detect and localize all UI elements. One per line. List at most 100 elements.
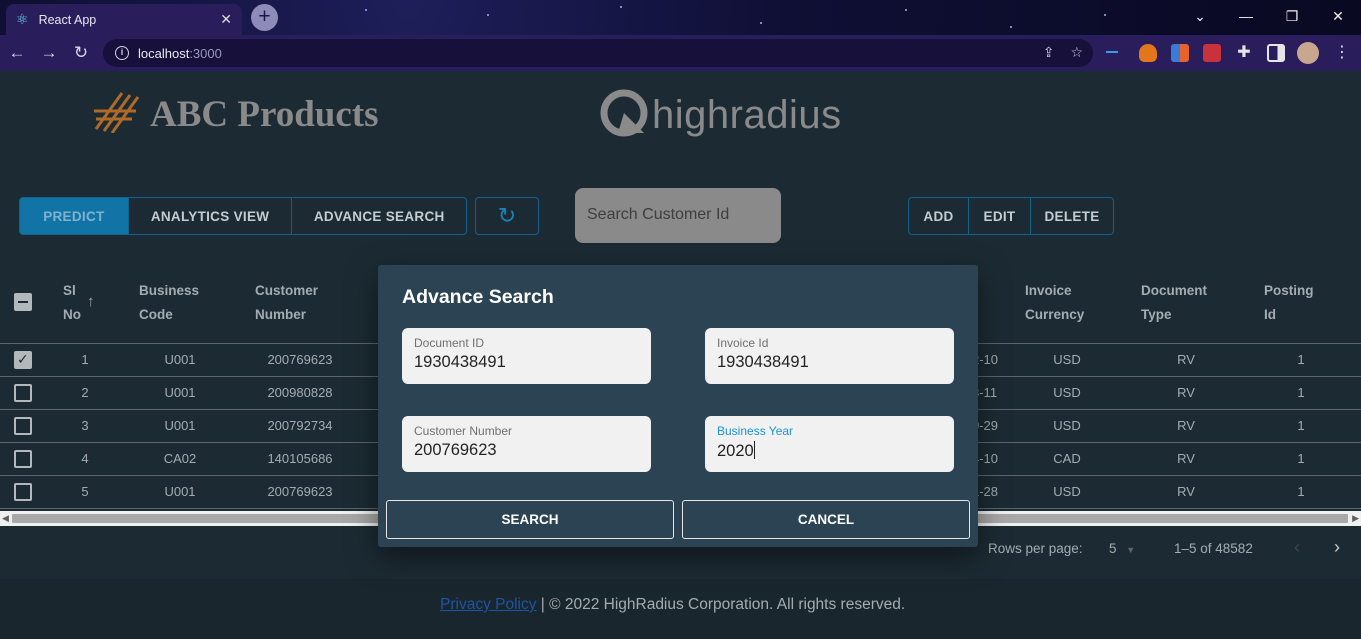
advance-search-button[interactable]: ADVANCE SEARCH <box>292 198 466 234</box>
header-line: Currency <box>1025 307 1085 322</box>
scroll-left-arrow-icon[interactable]: ◀ <box>2 513 9 524</box>
cell-business-code: U001 <box>164 352 196 367</box>
row-checkbox[interactable] <box>14 417 32 435</box>
restore-icon[interactable]: ❐ <box>1269 0 1315 32</box>
field-label: Business Year <box>717 424 794 438</box>
scroll-right-arrow-icon[interactable]: ▶ <box>1352 513 1359 524</box>
select-all-checkbox[interactable] <box>14 293 32 311</box>
row-checkbox[interactable] <box>14 483 32 501</box>
cell-posting-id: 1 <box>1297 451 1305 466</box>
customer-number-field[interactable]: Customer Number 200769623 <box>402 416 651 472</box>
column-header-invoice-currency[interactable]: Invoice Currency <box>1025 279 1084 327</box>
predict-button[interactable]: PREDICT <box>20 198 129 234</box>
browser-tab[interactable]: ⚛ React App ✕ <box>6 4 242 35</box>
document-id-field[interactable]: Document ID 1930438491 <box>402 328 651 384</box>
delete-button[interactable]: DELETE <box>1031 198 1113 234</box>
row-checkbox[interactable] <box>14 351 32 369</box>
cell-customer-number: 200769623 <box>267 484 333 499</box>
close-tab-icon[interactable]: ✕ <box>220 11 232 28</box>
back-icon[interactable]: ← <box>7 43 27 63</box>
field-value: 2020 <box>717 442 754 460</box>
footer: Privacy Policy | © 2022 HighRadius Corpo… <box>0 579 1361 639</box>
column-header-sl-no[interactable]: Sl No <box>63 279 81 327</box>
cell-sl-no: 1 <box>81 352 89 367</box>
cell-customer-number: 200980828 <box>267 385 333 400</box>
header-line: Business <box>139 283 200 298</box>
add-button[interactable]: ADD <box>909 198 969 234</box>
header-line: No <box>63 307 81 322</box>
puzzle-icon[interactable]: ✚ <box>1235 44 1253 62</box>
copyright-text: | © 2022 HighRadius Corporation. All rig… <box>536 596 906 613</box>
business-year-field[interactable]: Business Year 2020 <box>705 416 954 472</box>
crud-button-group: ADD EDIT DELETE <box>908 197 1114 235</box>
header-line: Code <box>139 307 173 322</box>
cell-sl-no: 2 <box>81 385 89 400</box>
metamask-icon[interactable] <box>1139 44 1157 62</box>
field-value-wrapper: 2020 <box>717 441 942 461</box>
reload-icon[interactable]: ↻ <box>71 43 91 63</box>
rows-per-page-value: 5 <box>1109 541 1117 556</box>
cell-document-type: RV <box>1177 352 1195 367</box>
advance-search-dialog: Advance Search Document ID 1930438491 In… <box>378 265 978 547</box>
brand-name: ABC Products <box>150 94 379 135</box>
highradius-logo-icon <box>600 89 648 137</box>
cell-business-code: CA02 <box>163 451 197 466</box>
cancel-button[interactable]: CANCEL <box>682 500 970 539</box>
cell-document-type: RV <box>1177 451 1195 466</box>
avatar[interactable] <box>1297 42 1319 64</box>
row-checkbox[interactable] <box>14 384 32 402</box>
browser-tab-strip: ⚛ React App ✕ + ⌄ — ❐ ✕ <box>0 0 1361 35</box>
field-label: Invoice Id <box>717 336 769 350</box>
row-checkbox[interactable] <box>14 450 32 468</box>
cell-sl-no: 5 <box>81 484 89 499</box>
forward-icon[interactable]: → <box>39 43 59 63</box>
refresh-button[interactable]: ↻ <box>475 197 539 235</box>
site-info-icon[interactable]: i <box>115 46 129 60</box>
edit-button[interactable]: EDIT <box>969 198 1031 234</box>
bookmark-star-icon[interactable]: ☆ <box>1070 44 1083 61</box>
window-close-icon[interactable]: ✕ <box>1315 0 1361 32</box>
privacy-policy-link[interactable]: Privacy Policy <box>440 596 536 613</box>
dialog-title: Advance Search <box>402 286 554 308</box>
analytics-view-button[interactable]: ANALYTICS VIEW <box>129 198 293 234</box>
cell-document-type: RV <box>1177 385 1195 400</box>
field-value: 200769623 <box>414 441 497 459</box>
extension-icon[interactable] <box>1171 44 1189 62</box>
column-header-customer-number[interactable]: Customer Number <box>255 279 318 327</box>
extension-icon[interactable] <box>1203 44 1221 62</box>
cell-invoice-currency: USD <box>1053 352 1081 367</box>
share-icon[interactable]: ⇪ <box>1043 44 1055 61</box>
cell-invoice-currency: USD <box>1053 385 1081 400</box>
cell-business-code: U001 <box>164 484 196 499</box>
new-tab-button[interactable]: + <box>251 4 278 31</box>
address-bar[interactable]: i localhost:3000 ⇪ ☆ <box>103 39 1093 67</box>
next-page-icon[interactable]: › <box>1334 537 1340 558</box>
more-menu-icon[interactable]: ⋮ <box>1333 44 1351 62</box>
tab-title: React App <box>38 12 97 27</box>
cell-business-code: U001 <box>164 385 196 400</box>
minimize-icon[interactable]: — <box>1223 0 1269 32</box>
sort-arrow-up-icon[interactable]: ↑ <box>87 293 95 310</box>
search-button[interactable]: SEARCH <box>386 500 674 539</box>
header-line: Customer <box>255 283 319 298</box>
header-line: Sl <box>63 283 76 298</box>
cell-sl-no: 3 <box>81 418 89 433</box>
cell-business-code: U001 <box>164 418 196 433</box>
cell-invoice-currency: USD <box>1053 484 1081 499</box>
column-header-document-type[interactable]: Document Type <box>1141 279 1207 327</box>
invoice-id-field[interactable]: Invoice Id 1930438491 <box>705 328 954 384</box>
side-panel-icon[interactable] <box>1267 44 1285 62</box>
cell-document-type: RV <box>1177 484 1195 499</box>
view-button-group: PREDICT ANALYTICS VIEW ADVANCE SEARCH <box>19 197 467 235</box>
field-label: Document ID <box>414 336 485 350</box>
column-header-posting-id[interactable]: Posting Id <box>1264 279 1314 327</box>
tab-search-icon[interactable]: ⌄ <box>1177 0 1223 32</box>
column-header-business-code[interactable]: Business Code <box>139 279 199 327</box>
abc-products-logo-icon <box>94 92 140 133</box>
rows-per-page-select[interactable]: 5 ▼ <box>1109 541 1135 556</box>
search-customer-input[interactable]: Search Customer Id <box>575 188 781 243</box>
field-value: 1930438491 <box>717 353 809 371</box>
url-port: :3000 <box>189 45 222 61</box>
prev-page-icon[interactable]: ‹ <box>1294 537 1300 558</box>
extension-icon[interactable] <box>1106 51 1118 53</box>
